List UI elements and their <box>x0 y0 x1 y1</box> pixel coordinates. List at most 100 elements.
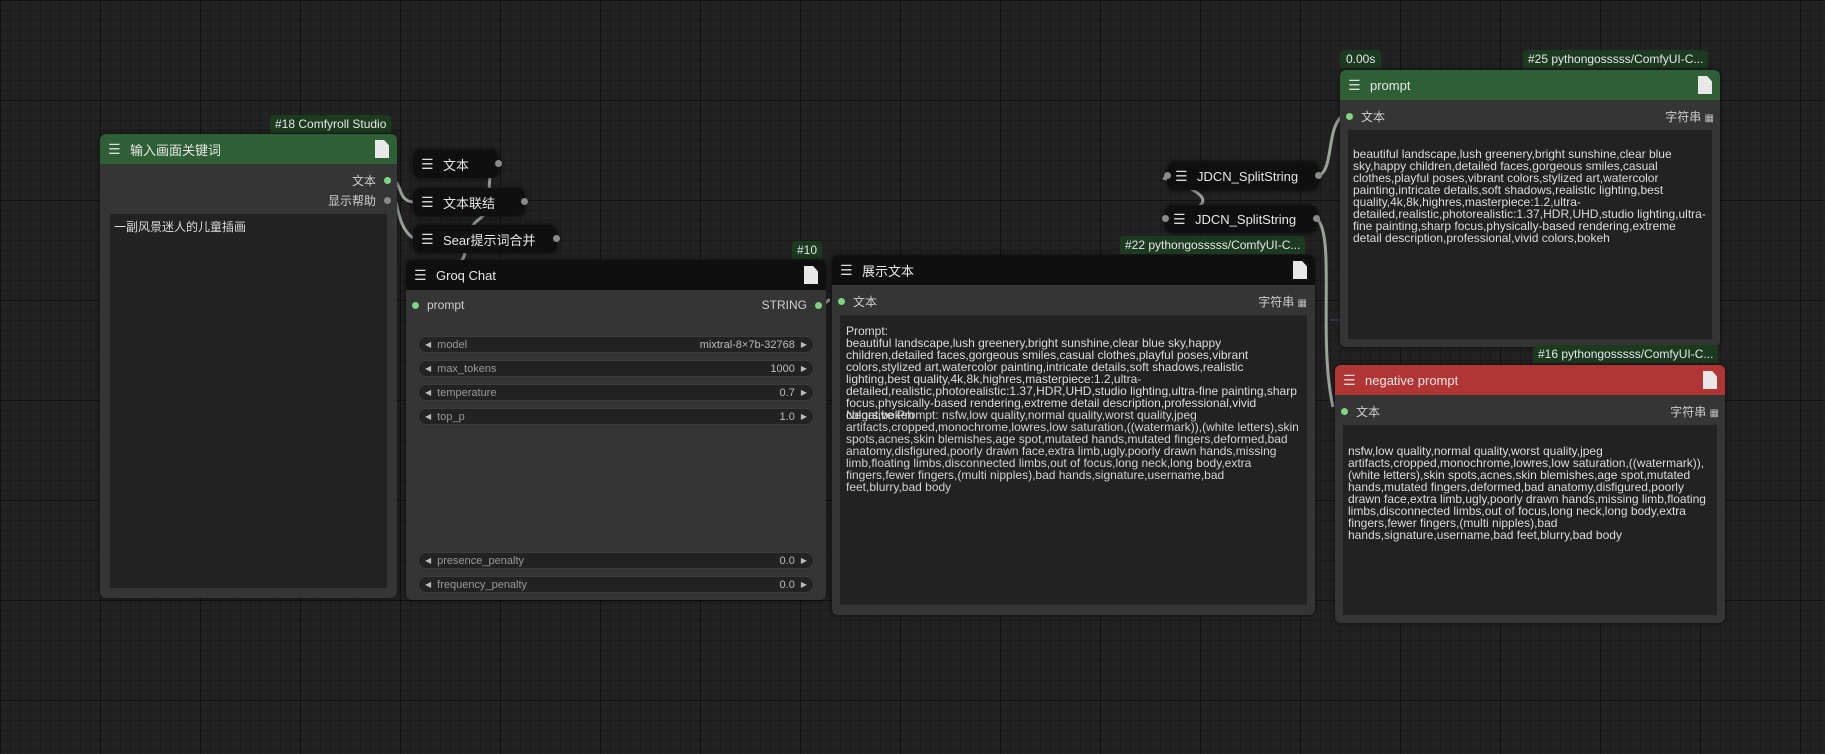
slot-dot[interactable] <box>1315 172 1322 179</box>
arrow-right-icon[interactable]: ▶ <box>801 580 807 589</box>
slot-dot[interactable] <box>384 197 391 204</box>
node-title-bar[interactable]: ☰ Groq Chat <box>406 260 826 290</box>
document-icon[interactable] <box>804 266 818 284</box>
arrow-right-icon[interactable]: ▶ <box>801 340 807 349</box>
widget-value: mixtral-8×7b-32768 <box>699 338 795 351</box>
negative-prompt-textarea[interactable]: nsfw,low quality,normal quality,worst qu… <box>1343 425 1717 615</box>
grid-icon: ▦ <box>1709 408 1719 419</box>
widget-model[interactable]: ◀ model mixtral-8×7b-32768 ▶ <box>418 336 814 353</box>
slot-dot[interactable] <box>384 177 391 184</box>
slot-label: 文本 <box>351 174 376 188</box>
slot-dot[interactable] <box>521 198 528 205</box>
widget-top-p[interactable]: ◀ top_p 1.0 ▶ <box>418 408 814 425</box>
type-text: 字符串 <box>1258 295 1295 309</box>
widget-presence-penalty[interactable]: ◀ presence_penalty 0.0 ▶ <box>418 552 814 569</box>
slot-dot[interactable] <box>553 235 560 242</box>
node-title: JDCN_SplitString <box>1195 211 1297 227</box>
menu-icon[interactable]: ☰ <box>421 156 443 173</box>
widget-value: 0.7 <box>779 386 795 399</box>
slot-dot[interactable] <box>838 298 845 305</box>
menu-icon[interactable]: ☰ <box>1173 211 1195 228</box>
node-title-bar[interactable]: ☰ 展示文本 <box>832 255 1315 285</box>
arrow-right-icon[interactable]: ▶ <box>801 412 807 421</box>
document-icon[interactable] <box>1293 261 1307 279</box>
arrow-left-icon[interactable]: ◀ <box>425 340 431 349</box>
arrow-right-icon[interactable]: ▶ <box>801 388 807 397</box>
node-title: 文本联结 <box>443 195 496 211</box>
widget-temperature[interactable]: ◀ temperature 0.7 ▶ <box>418 384 814 401</box>
arrow-left-icon[interactable]: ◀ <box>425 556 431 565</box>
widget-name: frequency_penalty <box>437 578 528 591</box>
document-icon[interactable] <box>1698 76 1712 94</box>
node-title: Groq Chat <box>436 267 496 283</box>
negative-prompt-node[interactable]: ☰ negative prompt 文本 字符串 ▦ nsfw,low qual… <box>1335 365 1725 623</box>
arrow-left-icon[interactable]: ◀ <box>425 364 431 373</box>
menu-icon[interactable]: ☰ <box>1348 77 1370 94</box>
node-id-badge: #16 pythongosssss/ComfyUI-C... <box>1533 345 1719 363</box>
node-id-badge: #25 pythongosssss/ComfyUI-C... <box>1523 50 1709 68</box>
document-icon[interactable] <box>1703 371 1717 389</box>
arrow-left-icon[interactable]: ◀ <box>425 580 431 589</box>
split-string-node-2[interactable]: ☰ JDCN_SplitString <box>1162 205 1320 233</box>
output-slot-help[interactable]: 显示帮助 <box>328 192 391 209</box>
widget-value: 1000 <box>770 362 795 375</box>
slot-label: 文本 <box>1361 110 1386 124</box>
keyword-textarea[interactable]: 一副风景迷人的儿童插画 <box>110 214 387 588</box>
widget-name: temperature <box>437 386 497 399</box>
output-slot-text[interactable]: 文本 <box>352 172 391 189</box>
slot-label: prompt <box>427 298 465 312</box>
output-slot-string[interactable]: STRING <box>762 298 822 312</box>
output-type-label: 字符串 ▦ <box>1665 108 1714 125</box>
arrow-right-icon[interactable]: ▶ <box>801 364 807 373</box>
menu-icon[interactable]: ☰ <box>421 231 443 248</box>
widget-max-tokens[interactable]: ◀ max_tokens 1000 ▶ <box>418 360 814 377</box>
split-string-node-1[interactable]: ☰ JDCN_SplitString <box>1164 162 1322 190</box>
menu-icon[interactable]: ☰ <box>421 194 443 211</box>
slot-dot[interactable] <box>495 160 502 167</box>
node-title-bar[interactable]: ☰ prompt <box>1340 70 1720 100</box>
arrow-left-icon[interactable]: ◀ <box>425 412 431 421</box>
node-title-bar[interactable]: ☰ negative prompt <box>1335 365 1725 395</box>
sear-prompt-merge-node[interactable]: ☰ Sear提示词合并 <box>413 225 560 253</box>
slot-dot[interactable] <box>412 301 419 309</box>
text-node[interactable]: ☰ 文本 <box>413 150 502 178</box>
text-concat-node[interactable]: ☰ 文本联结 <box>413 188 528 216</box>
show-text-area[interactable]: Prompt: beautiful landscape,lush greener… <box>840 315 1307 605</box>
slot-dot[interactable] <box>1162 215 1169 222</box>
slot-dot[interactable] <box>1313 215 1320 222</box>
menu-icon[interactable]: ☰ <box>1343 372 1365 389</box>
slot-dot[interactable] <box>815 301 822 309</box>
output-type-label: 字符串 ▦ <box>1258 293 1307 310</box>
show-text-node[interactable]: ☰ 展示文本 文本 字符串 ▦ Prompt: beautiful landsc… <box>832 255 1315 615</box>
menu-icon[interactable]: ☰ <box>1175 168 1197 185</box>
widget-value: 0.0 <box>779 578 795 591</box>
node-title: 文本 <box>443 157 470 173</box>
node-id-badge: #10 <box>792 241 823 259</box>
groq-chat-node[interactable]: ☰ Groq Chat prompt STRING ◀ model mixtra… <box>406 260 826 600</box>
menu-icon[interactable]: ☰ <box>414 267 436 284</box>
widget-frequency-penalty[interactable]: ◀ frequency_penalty 0.0 ▶ <box>418 576 814 593</box>
slot-dot[interactable] <box>1341 408 1348 415</box>
node-title-bar[interactable]: ☰ 输入画面关键词 <box>100 134 397 164</box>
arrow-left-icon[interactable]: ◀ <box>425 388 431 397</box>
node-title: prompt <box>1370 77 1411 93</box>
prompt-node[interactable]: ☰ prompt 文本 字符串 ▦ beautiful landscape,lu… <box>1340 70 1720 347</box>
input-slot-text[interactable]: 文本 <box>1346 108 1385 125</box>
document-icon[interactable] <box>375 140 389 158</box>
slot-dot[interactable] <box>1164 172 1171 179</box>
execution-time-badge: 0.00s <box>1340 50 1382 68</box>
menu-icon[interactable]: ☰ <box>108 141 130 158</box>
menu-icon[interactable]: ☰ <box>840 262 862 279</box>
node-title: 展示文本 <box>862 263 915 279</box>
input-slot-prompt[interactable]: prompt <box>412 298 464 312</box>
input-keyword-node[interactable]: ☰ 输入画面关键词 文本 显示帮助 一副风景迷人的儿童插画 <box>100 134 397 598</box>
input-slot-text[interactable]: 文本 <box>1341 403 1380 420</box>
text-body-overlap: Negative Prompt: nsfw,low quality,normal… <box>846 408 1299 494</box>
slot-label: 文本 <box>853 295 878 309</box>
grid-icon: ▦ <box>1704 113 1714 124</box>
input-slot-text[interactable]: 文本 <box>838 293 877 310</box>
widget-value: 0.0 <box>779 554 795 567</box>
prompt-textarea[interactable]: beautiful landscape,lush greenery,bright… <box>1348 130 1712 339</box>
slot-dot[interactable] <box>1346 113 1353 120</box>
arrow-right-icon[interactable]: ▶ <box>801 556 807 565</box>
